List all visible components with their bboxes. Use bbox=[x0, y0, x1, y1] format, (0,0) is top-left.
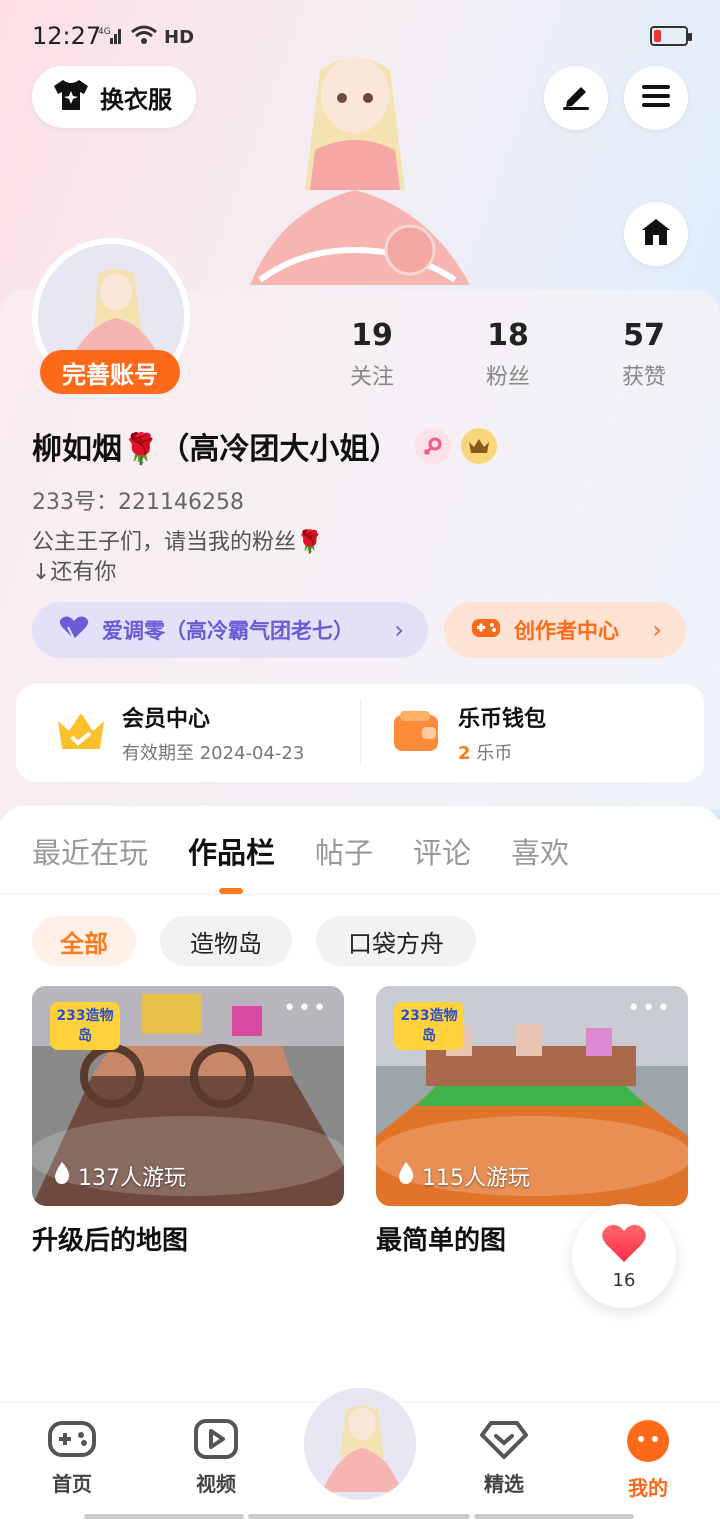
hd-icon: HD bbox=[164, 26, 195, 48]
nav-mine[interactable]: 我的 bbox=[598, 1418, 698, 1501]
nav-video[interactable]: 视频 bbox=[166, 1418, 266, 1497]
zaowudao-logo: 233造物岛 bbox=[394, 1002, 464, 1050]
work-thumbnail[interactable]: 233造物岛 ••• 115人游玩 bbox=[376, 986, 688, 1206]
menu-button[interactable] bbox=[624, 66, 688, 130]
like-count: 16 bbox=[612, 1269, 636, 1291]
wallet-icon bbox=[392, 709, 442, 757]
user-id: 233号：221146258 bbox=[32, 490, 244, 515]
crown-icon bbox=[54, 707, 108, 759]
like-button[interactable]: 16 bbox=[572, 1204, 676, 1308]
likes-label: 获赞 bbox=[621, 365, 666, 390]
gamepad-icon bbox=[470, 615, 502, 646]
bio-line: ↓还有你 bbox=[32, 560, 117, 585]
wallet-unit: 乐币 bbox=[476, 743, 513, 764]
tab-works[interactable]: 作品栏 bbox=[188, 830, 275, 872]
diamond-heart-icon bbox=[479, 1421, 529, 1464]
stat-following[interactable]: 19 关注 bbox=[312, 318, 432, 391]
play-count: 137人游玩 bbox=[52, 1160, 186, 1192]
flame-icon bbox=[52, 1161, 72, 1191]
female-gender-icon bbox=[415, 428, 452, 464]
svg-text:4G: 4G bbox=[98, 27, 111, 37]
play-count: 115人游玩 bbox=[396, 1160, 530, 1192]
play-count-text: 115人游玩 bbox=[422, 1166, 530, 1191]
gesture-bar bbox=[474, 1514, 634, 1519]
edit-profile-button[interactable] bbox=[544, 66, 608, 130]
wifi-icon bbox=[130, 24, 158, 50]
more-options-icon[interactable]: ••• bbox=[283, 996, 328, 1021]
shirt-icon bbox=[52, 78, 90, 116]
change-outfit-button[interactable]: 换衣服 bbox=[32, 66, 196, 128]
tab-recent[interactable]: 最近在玩 bbox=[32, 830, 148, 872]
likes-count: 57 bbox=[623, 318, 665, 353]
tab-comments[interactable]: 评论 bbox=[413, 830, 471, 872]
nav-avatar-button[interactable] bbox=[304, 1388, 416, 1500]
status-icons: 4G HD bbox=[98, 24, 194, 50]
work-card[interactable]: 233造物岛 ••• 137人游玩 升级后的地图 bbox=[32, 986, 344, 1257]
creator-center-label: 创作者中心 bbox=[514, 619, 619, 643]
battery-icon bbox=[650, 26, 692, 46]
filter-chip-all[interactable]: 全部 bbox=[32, 916, 136, 966]
filter-chip-zaowudao[interactable]: 造物岛 bbox=[160, 916, 292, 966]
stat-likes[interactable]: 57 获赞 bbox=[584, 318, 704, 391]
user-bio: 公主王子们，请当我的粉丝🌹 ↓还有你 bbox=[32, 528, 323, 588]
group-name: 爱调零（高冷霸气团老七） bbox=[102, 619, 354, 643]
tab-likes[interactable]: 喜欢 bbox=[511, 830, 569, 872]
fans-label: 粉丝 bbox=[485, 365, 530, 390]
avatar-3d-figure[interactable] bbox=[220, 50, 490, 290]
membership-wallet-card: 会员中心 有效期至 2024-04-23 乐币钱包 2 乐币 bbox=[16, 684, 704, 782]
creator-center-pill[interactable]: 创作者中心 › bbox=[444, 602, 686, 658]
wallet-title: 乐币钱包 bbox=[458, 707, 547, 732]
house-icon bbox=[639, 216, 673, 252]
change-outfit-label: 换衣服 bbox=[100, 85, 172, 114]
tab-bar: 最近在玩 作品栏 帖子 评论 喜欢 bbox=[32, 830, 609, 872]
gesture-bar bbox=[248, 1514, 470, 1519]
heart-icon bbox=[601, 1222, 647, 1268]
work-title: 升级后的地图 bbox=[32, 1226, 189, 1256]
complete-account-button[interactable]: 完善账号 bbox=[40, 350, 180, 394]
wallet-balance: 2 乐币 bbox=[458, 739, 546, 765]
more-options-icon[interactable]: ••• bbox=[627, 996, 672, 1021]
wallet[interactable]: 乐币钱包 2 乐币 bbox=[392, 684, 546, 782]
member-expiry: 有效期至 2024-04-23 bbox=[122, 743, 305, 764]
crown-badge-icon[interactable] bbox=[461, 428, 498, 464]
username-row: 柳如烟🌹（高冷团大小姐） bbox=[32, 424, 498, 468]
pen-icon bbox=[559, 81, 593, 115]
group-pill[interactable]: 爱调零（高冷霸气团老七） › bbox=[32, 602, 428, 658]
hamburger-menu-icon bbox=[640, 82, 672, 114]
nav-home-label: 首页 bbox=[52, 1472, 92, 1496]
signal-icon: 4G bbox=[98, 25, 124, 49]
nav-mine-label: 我的 bbox=[628, 1476, 668, 1500]
nav-home[interactable]: 首页 bbox=[22, 1418, 122, 1497]
gamepad-icon bbox=[47, 1421, 97, 1464]
chevron-right-icon: › bbox=[394, 616, 404, 644]
nav-featured-label: 精选 bbox=[484, 1472, 524, 1496]
work-thumbnail[interactable]: 233造物岛 ••• 137人游玩 bbox=[32, 986, 344, 1206]
wallet-amount: 2 bbox=[458, 743, 471, 764]
play-icon bbox=[193, 1419, 239, 1464]
gesture-bar bbox=[84, 1514, 244, 1519]
nav-video-label: 视频 bbox=[196, 1472, 236, 1496]
hearts-icon bbox=[58, 615, 90, 646]
status-time: 12:27 bbox=[32, 22, 102, 50]
zaowudao-logo: 233造物岛 bbox=[50, 1002, 120, 1050]
flame-icon bbox=[396, 1161, 416, 1191]
tab-posts[interactable]: 帖子 bbox=[315, 830, 373, 872]
stat-fans[interactable]: 18 粉丝 bbox=[448, 318, 568, 391]
nav-featured[interactable]: 精选 bbox=[454, 1418, 554, 1497]
bio-line: 公主王子们，请当我的粉丝🌹 bbox=[32, 530, 324, 555]
play-count-text: 137人游玩 bbox=[78, 1166, 186, 1191]
following-count: 19 bbox=[351, 318, 393, 353]
home-space-button[interactable] bbox=[624, 202, 688, 266]
member-center[interactable]: 会员中心 有效期至 2024-04-23 bbox=[54, 684, 304, 782]
filter-chip-koudaifangzhou[interactable]: 口袋方舟 bbox=[316, 916, 476, 966]
chevron-right-icon: › bbox=[652, 616, 662, 644]
username: 柳如烟🌹（高冷团大小姐） bbox=[32, 432, 400, 467]
divider bbox=[0, 894, 720, 895]
member-center-title: 会员中心 bbox=[122, 707, 211, 732]
face-icon bbox=[625, 1420, 671, 1468]
following-label: 关注 bbox=[349, 365, 394, 390]
fans-count: 18 bbox=[487, 318, 529, 353]
divider bbox=[360, 700, 361, 766]
